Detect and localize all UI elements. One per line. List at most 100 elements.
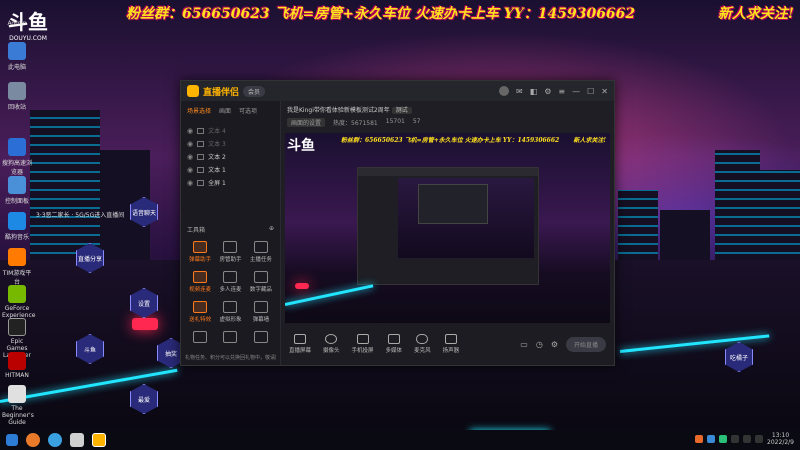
- game-platform-icon: [8, 248, 26, 266]
- eye-icon[interactable]: ◉: [187, 166, 193, 174]
- tool-extra[interactable]: [246, 331, 276, 345]
- tool-extra[interactable]: [215, 331, 245, 345]
- desktop-icon-hitman[interactable]: HITMAN: [2, 352, 32, 379]
- tool-label: 弹幕墙: [252, 317, 270, 323]
- banner-fan-group-text: 粉丝群：656650623 飞机=房管+永久车位 火速办卡上车 YY：14593…: [126, 6, 636, 22]
- danmaku-icon: [193, 241, 208, 253]
- scene-panel: 场景选择 画面 可选项 ◉ 文本 4 ◉ 文本 3 ◉ 文本 2 ◉ 文本 1 ◉ 全屏 …: [181, 101, 281, 365]
- desktop-icon-geforce[interactable]: GeForce Experience: [2, 285, 35, 319]
- stream-preview[interactable]: 斗鱼 粉丝群：656650623 飞机=房管+永久车位 火速办卡上车 YY：14…: [285, 133, 610, 333]
- recycle-bin-icon: [8, 82, 26, 100]
- scene-item[interactable]: ◉ 文本 1: [185, 163, 276, 176]
- phone-cast-button[interactable]: 手机投屏: [352, 334, 374, 354]
- gear-icon[interactable]: ⚙: [551, 340, 558, 349]
- avatar-icon: [223, 301, 238, 313]
- phone-icon: [356, 334, 369, 344]
- scene-item[interactable]: ◉ 全屏 1: [185, 176, 276, 189]
- edge-taskbar-icon[interactable]: [48, 433, 62, 447]
- desktop-icon-tim[interactable]: TIM游戏平台: [2, 248, 32, 286]
- add-icon[interactable]: ⊕: [269, 225, 274, 234]
- avatar[interactable]: [498, 86, 509, 96]
- desktop-icon-this-pc[interactable]: 此电脑: [2, 42, 32, 71]
- network-icon[interactable]: [743, 435, 752, 443]
- toolbar-label: 扬声器: [442, 348, 460, 354]
- tool-icon: [253, 331, 268, 343]
- tray-icon[interactable]: [695, 435, 704, 443]
- menu-icon[interactable]: ≡: [558, 87, 565, 96]
- desktop-icon-label: 此电脑: [7, 64, 26, 71]
- speaker-button[interactable]: 扬声器: [442, 334, 460, 354]
- banner-follow-text: 新人求关注!: [717, 6, 794, 22]
- eye-icon[interactable]: ◉: [187, 179, 193, 187]
- building: [760, 170, 800, 270]
- live-companion-window: 直播伴侣 会员 ✉ ◧ ⚙ ≡ — ☐ ✕ 场景选择 画面 可选项 ◉ 文本 4 …: [180, 80, 615, 366]
- control-panel-icon: [8, 176, 26, 194]
- room-title[interactable]: 我是Kingi带你看体验新模板测试2周年: [287, 107, 390, 114]
- camera-button[interactable]: 摄像头: [323, 334, 340, 354]
- desktop-icon-label: TIM游戏平台: [2, 270, 32, 286]
- microphone-button[interactable]: 麦克风: [414, 334, 431, 354]
- tool-danmaku-wall[interactable]: 弹幕墙: [246, 301, 276, 323]
- tab-options[interactable]: 可选项: [239, 106, 257, 115]
- screen-source-button[interactable]: 直播屏幕: [289, 334, 311, 354]
- clock[interactable]: 13:10 2022/2/9: [767, 432, 794, 446]
- member-badge[interactable]: 会员: [243, 85, 266, 97]
- eye-icon[interactable]: ◉: [187, 140, 193, 148]
- media-button[interactable]: 多媒体: [386, 334, 402, 354]
- volume-icon[interactable]: [755, 435, 764, 443]
- desktop-icon-admin[interactable]: Admin: [2, 20, 32, 27]
- desktop-icon-control-panel[interactable]: 控制面板: [2, 176, 32, 205]
- tray-icon[interactable]: [719, 435, 728, 443]
- source-toolbar: 直播屏幕 摄像头 手机投屏 多媒体 麦克风 扬声器 ▭ ◷ ⚙ 开始直播: [281, 323, 614, 365]
- minimize-icon[interactable]: —: [572, 87, 580, 96]
- text-source-icon: [197, 127, 205, 134]
- timer-icon[interactable]: ◷: [536, 340, 543, 349]
- tool-label: 主播任务: [249, 257, 272, 263]
- desktop-icon-sogou[interactable]: 搜狗高速浏览器: [2, 138, 32, 176]
- room-category[interactable]: 画面的设置: [287, 118, 326, 127]
- tool-avatar[interactable]: 虚拟形象: [215, 301, 245, 323]
- browser-taskbar-icon[interactable]: [26, 433, 40, 447]
- preview-logo: 斗鱼: [287, 138, 315, 154]
- app-taskbar-icon[interactable]: [70, 433, 84, 447]
- toolbox-header: 工具箱 ⊕: [187, 225, 274, 234]
- live-companion-taskbar-icon[interactable]: [92, 433, 106, 447]
- browser-icon: [8, 138, 26, 156]
- scene-item[interactable]: ◉ 文本 3: [185, 137, 276, 150]
- scene-item[interactable]: ◉ 文本 4: [185, 124, 276, 137]
- settings-icon[interactable]: ⚙: [544, 87, 551, 96]
- multi-link-icon: [223, 271, 238, 283]
- start-icon[interactable]: [6, 434, 18, 446]
- eye-icon[interactable]: ◉: [187, 153, 193, 161]
- tab-scene[interactable]: 场景选择: [187, 106, 211, 115]
- tab-canvas[interactable]: 画面: [219, 106, 231, 115]
- close-icon[interactable]: ✕: [601, 87, 608, 96]
- record-icon[interactable]: ▭: [520, 340, 528, 349]
- tray-icon[interactable]: [707, 435, 716, 443]
- scene-item[interactable]: ◉ 文本 2: [185, 150, 276, 163]
- message-icon[interactable]: ✉: [516, 87, 523, 96]
- tool-label: 房管助手: [219, 257, 242, 263]
- tool-video-link[interactable]: 视频连麦: [185, 271, 215, 293]
- tool-collectibles[interactable]: 数字藏品: [246, 271, 276, 293]
- scene-label: 文本 3: [208, 141, 226, 148]
- epic-games-icon: [8, 318, 26, 336]
- desktop-icon-beginners-guide[interactable]: The Beginner's Guide: [2, 385, 34, 426]
- screen-icon: [294, 334, 306, 344]
- room-tag: 测试: [391, 107, 412, 114]
- start-live-button[interactable]: 开始直播: [565, 336, 606, 352]
- tool-danmaku[interactable]: 弹幕助手: [185, 241, 215, 263]
- building: [715, 150, 760, 270]
- tool-tasks[interactable]: 主播任务: [246, 241, 276, 263]
- tool-room-admin[interactable]: 房管助手: [215, 241, 245, 263]
- maximize-icon[interactable]: ☐: [587, 87, 594, 96]
- tray-icon[interactable]: [731, 435, 740, 443]
- tool-extra[interactable]: [185, 331, 215, 345]
- tool-gift-effect[interactable]: 送礼特效: [185, 301, 215, 323]
- desktop-icon-recycle[interactable]: 回收站: [2, 82, 32, 111]
- tool-multi-link[interactable]: 多人连麦: [215, 271, 245, 293]
- preview-banner: 粉丝群：656650623 飞机=房管+永久车位 火速办卡上车 YY：14593…: [341, 135, 606, 144]
- desktop-icon-kugou[interactable]: 酷狗音乐: [2, 212, 32, 241]
- eye-icon[interactable]: ◉: [187, 127, 193, 135]
- gift-icon[interactable]: ◧: [530, 87, 538, 96]
